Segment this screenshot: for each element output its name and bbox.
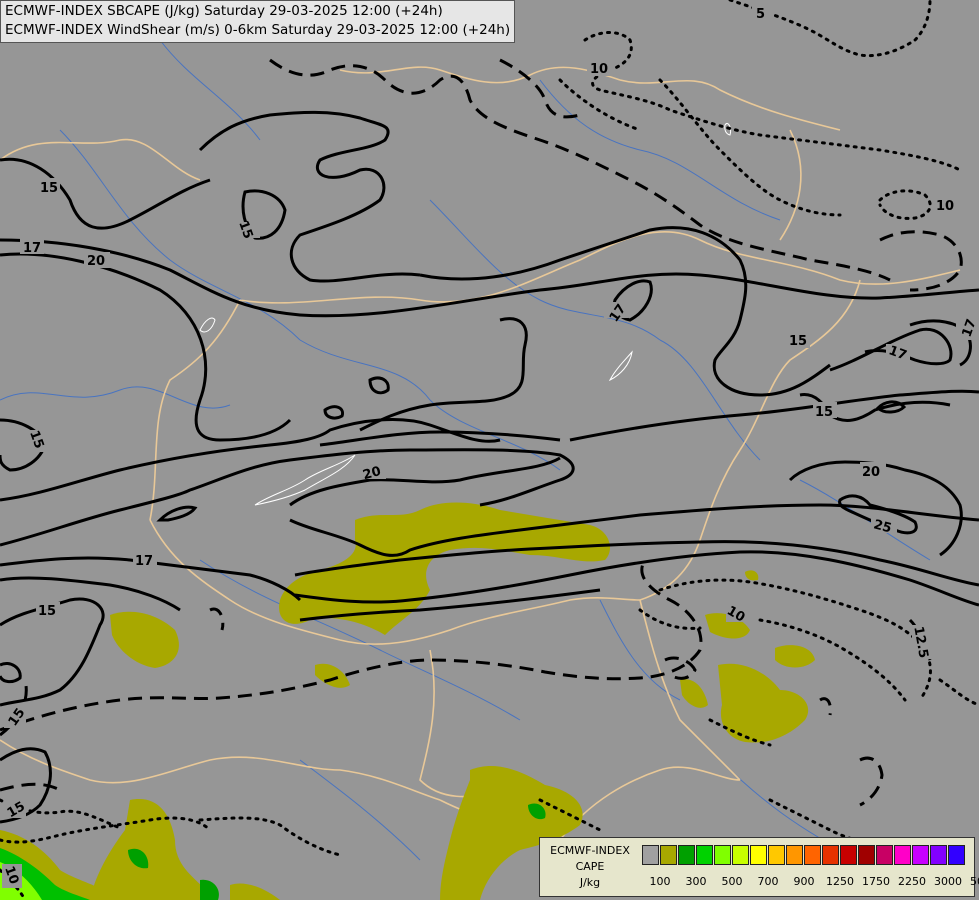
legend-swatch bbox=[696, 845, 713, 865]
legend-tick-label: 300 bbox=[685, 875, 707, 888]
legend-variable: CAPE bbox=[575, 860, 605, 873]
legend-swatch bbox=[768, 845, 785, 865]
legend-swatch bbox=[786, 845, 803, 865]
contour-label: 17 bbox=[135, 554, 153, 569]
legend-tick-label: 500 bbox=[721, 875, 743, 888]
contour-label: 15 bbox=[815, 405, 833, 420]
legend-swatch bbox=[858, 845, 875, 865]
legend-model: ECMWF-INDEX bbox=[550, 844, 630, 857]
legend-swatch bbox=[642, 845, 659, 865]
legend-swatch bbox=[732, 845, 749, 865]
legend-tick-label: 1750 bbox=[862, 875, 890, 888]
legend-swatch bbox=[714, 845, 731, 865]
legend-swatch bbox=[876, 845, 893, 865]
legend-tick-label: 2250 bbox=[898, 875, 926, 888]
legend-tick-label: 100 bbox=[649, 875, 671, 888]
legend-swatch bbox=[840, 845, 857, 865]
contour-label: 15 bbox=[789, 334, 807, 349]
cape-legend: ECMWF-INDEX CAPE J/kg 100 300 500 700 900 125… bbox=[539, 837, 979, 897]
legend-tick-label: 1250 bbox=[826, 875, 854, 888]
legend-swatch bbox=[822, 845, 839, 865]
contour-label: 15 bbox=[38, 604, 56, 619]
contour-label: 10 bbox=[590, 62, 608, 77]
contour-label: 20 bbox=[862, 465, 880, 480]
contour-label: 10 bbox=[936, 199, 954, 214]
legend-swatch bbox=[912, 845, 929, 865]
title-windshear: ECMWF-INDEX WindShear (m/s) 0-6km Saturd… bbox=[5, 22, 511, 38]
legend-unit: J/kg bbox=[579, 876, 601, 889]
contour-label: 17 bbox=[23, 241, 41, 256]
title-sbcape: ECMWF-INDEX SBCAPE (J/kg) Saturday 29-03… bbox=[5, 3, 443, 19]
legend-swatch bbox=[750, 845, 767, 865]
legend-tick-label: 900 bbox=[793, 875, 815, 888]
legend-swatches bbox=[642, 845, 966, 865]
map-title: ECMWF-INDEX SBCAPE (J/kg) Saturday 29-03… bbox=[0, 0, 516, 43]
contour-label: 20 bbox=[87, 254, 105, 269]
legend-tick-label: 3000 bbox=[934, 875, 962, 888]
legend-tick-label: 700 bbox=[757, 875, 779, 888]
legend-swatch bbox=[894, 845, 911, 865]
legend-swatch bbox=[948, 845, 965, 865]
legend-swatch bbox=[804, 845, 821, 865]
contour-label: 5 bbox=[756, 7, 765, 22]
legend-swatch bbox=[930, 845, 947, 865]
legend-tick-label: 5000 bbox=[970, 875, 979, 888]
contour-label: 15 bbox=[40, 181, 58, 196]
legend-swatch bbox=[678, 845, 695, 865]
weather-map: 5 10 10 15 15 17 20 15 17 15 17 17 15 25… bbox=[0, 0, 979, 900]
legend-swatch bbox=[660, 845, 677, 865]
